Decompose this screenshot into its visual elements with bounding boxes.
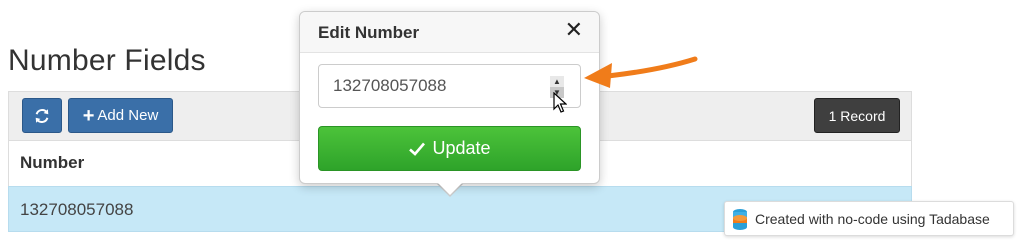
number-input[interactable]: 132708057088 ▲ ▼ (318, 64, 581, 108)
add-new-label: Add New (97, 107, 159, 124)
popover-title: Edit Number (318, 23, 420, 42)
number-input-value: 132708057088 (333, 76, 447, 95)
column-header-number[interactable]: Number (20, 153, 84, 173)
popover-caret (438, 183, 462, 195)
update-button[interactable]: Update (318, 126, 581, 171)
refresh-button[interactable] (22, 98, 62, 133)
table-cell-number[interactable]: 132708057088 (20, 200, 133, 220)
badge-text: Created with no-code using Tadabase (755, 210, 990, 227)
annotation-arrow-icon (584, 56, 698, 88)
popover-header: Edit Number ✕ (300, 12, 599, 53)
refresh-icon (35, 108, 49, 123)
record-count-button[interactable]: 1 Record (814, 98, 900, 133)
add-new-button[interactable]: + Add New (68, 98, 173, 133)
plus-icon: + (82, 104, 95, 127)
tadabase-badge[interactable]: Created with no-code using Tadabase (724, 201, 1014, 236)
database-icon (733, 208, 747, 230)
mouse-cursor-icon (553, 92, 567, 113)
close-icon[interactable]: ✕ (565, 19, 583, 41)
spinner-up-icon[interactable]: ▲ (550, 76, 564, 87)
check-icon (409, 142, 426, 156)
page-title: Number Fields (8, 44, 206, 77)
update-label: Update (432, 138, 491, 158)
